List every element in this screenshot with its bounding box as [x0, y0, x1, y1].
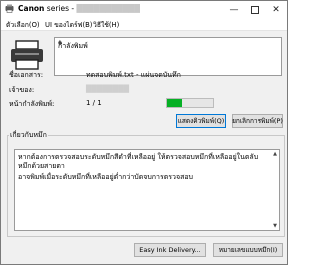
print-progress-bar: [166, 98, 214, 108]
show-print-queue-button[interactable]: แสดงคิวพิมพ์(Q): [176, 114, 226, 128]
owner-label: เจ้าของ:: [9, 86, 35, 94]
printing-page-value: 1 / 1: [86, 99, 102, 107]
ink-message-line-2: อาจพิมพ์เมื่อระดับหมึกที่เหลืออยู่ต่ำกว่…: [18, 173, 193, 181]
maximize-icon: [251, 5, 259, 14]
canon-app-icon: [5, 4, 14, 13]
printer-status-window: Canon series - ███████████ — ✕ ตัวเลือก(…: [0, 0, 288, 265]
ink-scroll-up-icon[interactable]: ▲: [273, 151, 277, 157]
cancel-printing-button[interactable]: ยกเลิกการพิมพ์(P): [232, 114, 283, 128]
ink-model-number-button[interactable]: หมายเลขแบบหมึก(I): [213, 243, 283, 257]
print-progress-fill: [167, 99, 183, 107]
ink-group-title: เกี่ยวกับหมึก: [9, 130, 48, 141]
menu-driver-ui[interactable]: UI ของไดร์ฟ(B): [45, 19, 92, 30]
menu-bar: ตัวเลือก(O) UI ของไดร์ฟ(B) วิธีใช้(H): [1, 18, 287, 31]
maximize-button[interactable]: [244, 1, 266, 18]
minimize-button[interactable]: —: [223, 1, 245, 18]
title-redacted: ███████████: [76, 4, 140, 13]
close-button[interactable]: ✕: [265, 1, 287, 18]
owner-value: ████████: [86, 85, 130, 93]
title-brand: Canon: [18, 4, 45, 13]
close-icon: ✕: [272, 4, 280, 15]
window-title: Canon series - ███████████: [18, 4, 140, 13]
ink-message-line-1: หากต้องการตรวจสอบระดับหมึกสีดำที่เหลืออย…: [18, 153, 259, 170]
title-series: series -: [46, 4, 75, 13]
printing-page-label: หน้ากำลังพิมพ์:: [9, 100, 55, 108]
document-name-label: ชื่อเอกสาร:: [9, 71, 44, 79]
ink-message-box: หากต้องการตรวจสอบระดับหมึกสีดำที่เหลืออย…: [14, 149, 280, 231]
menu-help[interactable]: วิธีใช้(H): [93, 19, 119, 30]
menu-options[interactable]: ตัวเลือก(O): [6, 19, 40, 30]
document-name-value: ทดสอบพิมพ์.txt - แผ่นจดบันทึก: [86, 71, 181, 79]
title-bar: Canon series - ███████████ — ✕: [1, 1, 287, 18]
minimize-icon: —: [229, 4, 239, 15]
ink-scroll-down-icon[interactable]: ▼: [273, 223, 277, 229]
printer-icon: [11, 40, 43, 70]
easy-ink-delivery-button[interactable]: Easy Ink Delivery...: [134, 243, 206, 257]
